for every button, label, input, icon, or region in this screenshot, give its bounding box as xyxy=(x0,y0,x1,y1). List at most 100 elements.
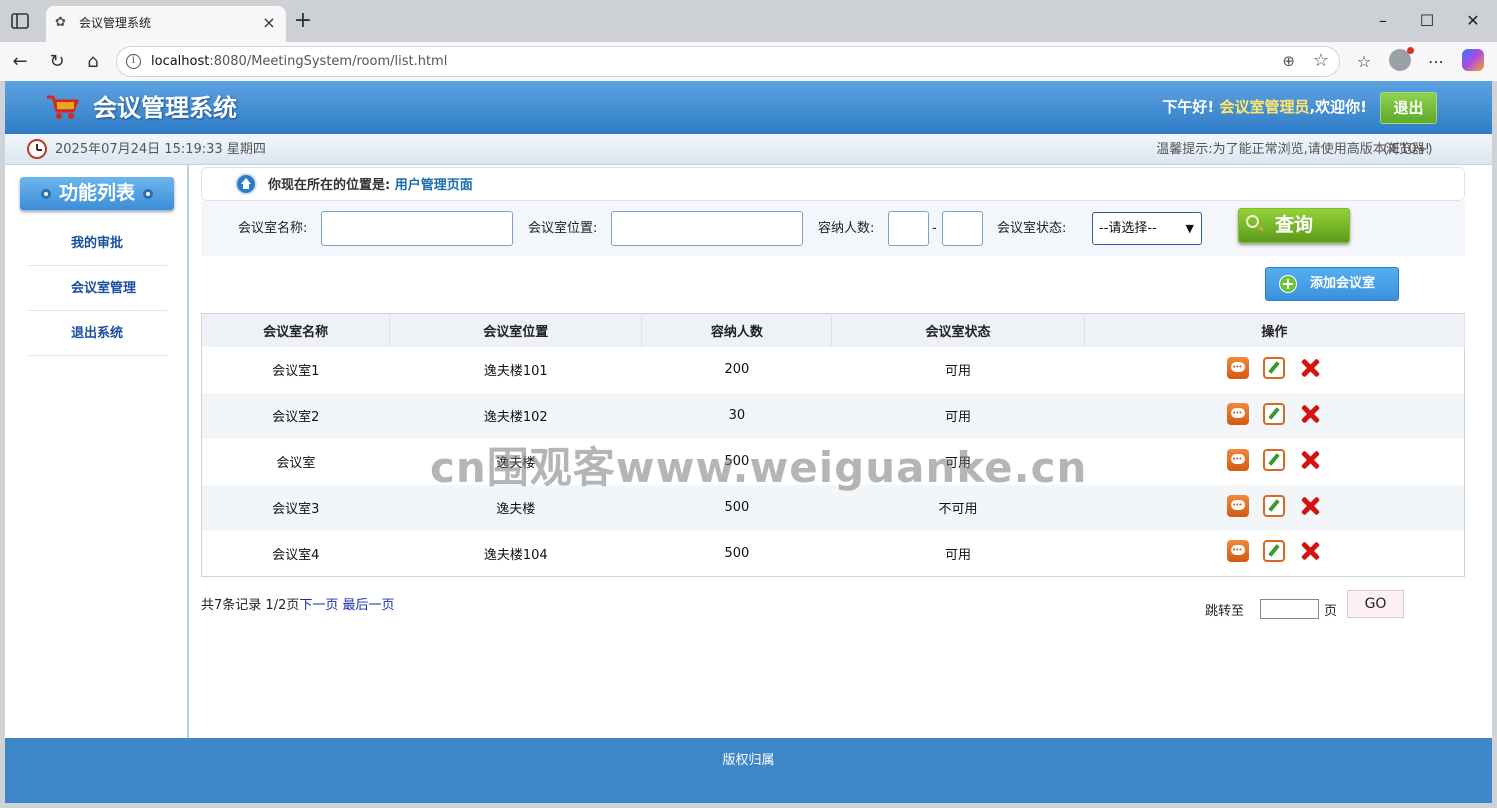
actions-cell xyxy=(1084,347,1464,393)
copilot-icon[interactable] xyxy=(1462,49,1484,71)
room-name-input[interactable] xyxy=(321,211,513,246)
edit-icon[interactable] xyxy=(1263,494,1286,517)
delete-icon[interactable] xyxy=(1299,449,1321,471)
delete-icon[interactable] xyxy=(1299,403,1321,425)
chevron-down-icon: ▼ xyxy=(1185,222,1194,235)
room-table: 会议室名称 会议室位置 容纳人数 会议室状态 操作 会议室1 逸夫楼101 20… xyxy=(201,313,1466,577)
actions-cell xyxy=(1084,531,1464,577)
side-menu: 我的审批 会议室管理 退出系统 xyxy=(28,221,167,356)
more-menu-icon[interactable]: ⋯ xyxy=(1424,50,1448,74)
logout-button[interactable]: 退出 xyxy=(1380,92,1437,124)
view-details-icon[interactable] xyxy=(1227,540,1250,563)
capacity-label: 容纳人数: xyxy=(818,221,875,236)
browser-tab[interactable]: ✿ 会议管理系统 × xyxy=(46,6,286,42)
room-status-label: 会议室状态: xyxy=(997,221,1067,236)
room-status-cell: 不可用 xyxy=(831,484,1085,531)
room-name-label: 会议室名称: xyxy=(238,221,308,236)
room-location-cell: 逸夫楼104 xyxy=(483,547,548,563)
table-row: 会议室4 逸夫楼104 500 可用 xyxy=(202,531,1465,577)
back-icon[interactable]: ← xyxy=(9,51,31,73)
next-page-link[interactable]: 下一页 xyxy=(299,598,338,613)
home-icon[interactable]: ⌂ xyxy=(82,51,104,73)
user-role: 会议室管理员 xyxy=(1219,98,1310,116)
plus-icon: + xyxy=(1279,275,1297,293)
view-details-icon[interactable] xyxy=(1227,356,1250,379)
edit-icon[interactable] xyxy=(1263,540,1286,563)
favorites-icon[interactable]: ☆ xyxy=(1352,50,1376,74)
table-row: 会议室 逸夫楼 500 可用 xyxy=(202,439,1465,485)
room-location-input[interactable] xyxy=(611,211,803,246)
room-capacity-cell: 30 xyxy=(641,392,832,439)
actions-cell xyxy=(1084,439,1464,485)
jump-page-unit: 页 xyxy=(1324,604,1338,619)
location-text: 你现在所在的位置是: 用户管理页面 xyxy=(268,178,473,193)
column-header: 会议室状态 xyxy=(831,313,1085,347)
go-button[interactable]: GO xyxy=(1347,590,1404,618)
room-status-cell: 可用 xyxy=(945,456,972,471)
copyright-text: 版权归属 xyxy=(722,753,775,768)
info-bar: 2025年07月24日 15:19:33 星期四 温馨提示:为了能正常浏览,请使… xyxy=(5,134,1492,165)
breadcrumb: 你现在所在的位置是: 用户管理页面 xyxy=(201,167,1465,201)
room-location-label: 会议室位置: xyxy=(528,221,598,236)
site-info-icon[interactable]: i xyxy=(126,54,141,69)
zoom-icon[interactable]: ⊕ xyxy=(1282,52,1295,70)
profile-avatar-icon[interactable] xyxy=(1389,47,1414,71)
tab-favicon-icon: ✿ xyxy=(55,15,66,30)
add-room-button[interactable]: + 添加会议室 xyxy=(1265,267,1399,301)
tab-title: 会议管理系统 xyxy=(79,16,152,30)
maximize-icon[interactable]: ☐ xyxy=(1416,10,1438,32)
view-details-icon[interactable] xyxy=(1227,448,1250,471)
sidebar-item-room-management[interactable]: 会议室管理 xyxy=(28,266,167,311)
capacity-max-input[interactable] xyxy=(942,211,983,246)
room-name-cell: 会议室2 xyxy=(201,392,390,439)
sidebar-item-exit-system[interactable]: 退出系统 xyxy=(28,311,167,356)
view-details-icon[interactable] xyxy=(1227,402,1250,425)
new-tab-icon[interactable]: + xyxy=(292,10,314,33)
column-header: 操作 xyxy=(1084,313,1466,347)
function-list-title: 功能列表 xyxy=(20,177,174,210)
delete-icon[interactable] xyxy=(1299,495,1321,517)
column-header: 容纳人数 xyxy=(641,313,833,347)
search-icon xyxy=(1246,215,1259,228)
sidebar-item-approval[interactable]: 我的审批 xyxy=(28,221,167,266)
browser-tabbar: ✿ 会议管理系统 × + – ☐ ✕ xyxy=(0,0,1497,42)
room-name-cell: 会议室1 xyxy=(272,364,320,379)
minimize-icon[interactable]: – xyxy=(1372,10,1394,32)
window-close-icon[interactable]: ✕ xyxy=(1462,10,1484,32)
table-header-row: 会议室名称 会议室位置 容纳人数 会议室状态 操作 xyxy=(201,313,1466,347)
favorite-star-icon[interactable]: ☆ xyxy=(1313,50,1329,71)
room-capacity-cell: 500 xyxy=(724,454,750,469)
jump-page-input[interactable] xyxy=(1260,599,1319,619)
page-viewport: 会议管理系统 下午好! 会议室管理员,欢迎你! 退出 2025年07月24日 1… xyxy=(5,81,1492,803)
column-header: 会议室名称 xyxy=(201,313,391,347)
capacity-range-dash: - xyxy=(932,221,937,236)
last-page-link[interactable]: 最后一页 xyxy=(343,598,395,613)
view-details-icon[interactable] xyxy=(1227,494,1250,517)
current-page-link[interactable]: 用户管理页面 xyxy=(395,178,473,193)
query-button[interactable]: 查询 xyxy=(1238,208,1350,243)
delete-icon[interactable] xyxy=(1299,540,1321,562)
bullet-icon xyxy=(40,188,51,199)
edit-icon[interactable] xyxy=(1263,402,1286,425)
browser-tip-ie: (IE10+) xyxy=(1383,142,1433,157)
sidebar-toggle-icon[interactable] xyxy=(10,11,30,31)
room-name-cell: 会议室3 xyxy=(201,484,390,531)
bullet-icon xyxy=(143,188,153,199)
tab-close-icon[interactable]: × xyxy=(260,14,278,32)
current-datetime: 2025年07月24日 15:19:33 星期四 xyxy=(55,142,266,157)
reload-icon[interactable]: ↻ xyxy=(46,51,68,73)
edit-icon[interactable] xyxy=(1263,448,1286,471)
actions-cell xyxy=(1084,392,1465,439)
delete-icon[interactable] xyxy=(1299,357,1321,379)
greeting: 下午好! 会议室管理员,欢迎你! xyxy=(1162,98,1367,116)
address-bar: ← ↻ ⌂ i localhost:8080/MeetingSystem/roo… xyxy=(0,42,1497,81)
room-status-cell: 可用 xyxy=(945,547,972,563)
edit-icon[interactable] xyxy=(1263,356,1286,379)
room-capacity-cell: 500 xyxy=(641,484,832,531)
pagination: 共7条记录 1/2页下一页 最后一页 xyxy=(201,597,395,614)
room-location-cell: 逸夫楼 xyxy=(389,484,642,531)
room-status-select[interactable]: --请选择-- ▼ xyxy=(1092,212,1202,245)
capacity-min-input[interactable] xyxy=(888,211,929,246)
url-field[interactable]: i localhost:8080/MeetingSystem/room/list… xyxy=(116,46,1340,77)
room-location-cell: 逸夫楼 xyxy=(496,456,536,471)
